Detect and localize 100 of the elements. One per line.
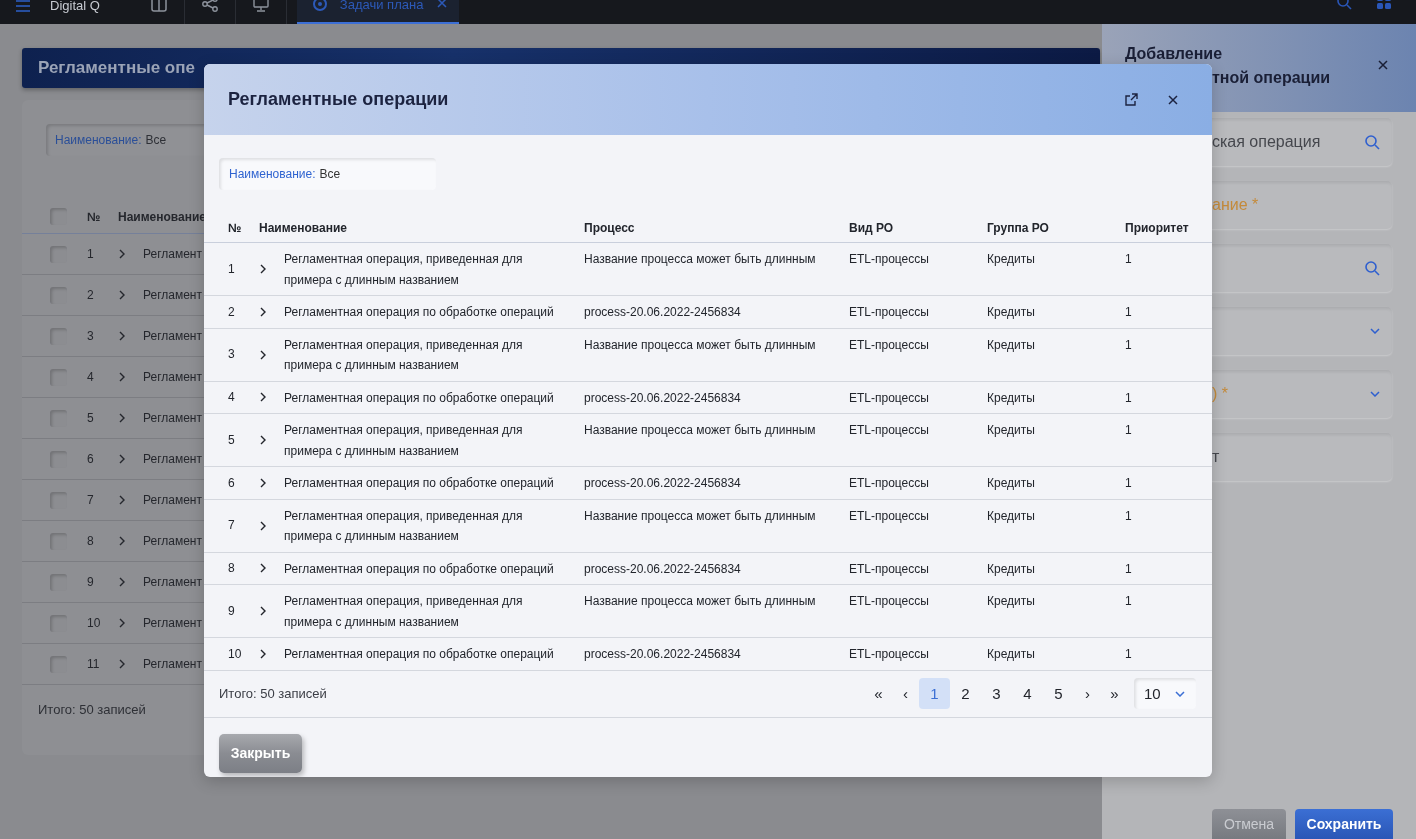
chevron-icon[interactable] (259, 435, 267, 445)
table-cell-text: 2 (228, 303, 236, 321)
table-cell-text: ETL-процессы (849, 422, 930, 439)
page-size-dropdown[interactable]: 10 (1134, 678, 1196, 709)
table-cell-text: 10 (87, 616, 102, 630)
table-cell: Регламент (143, 534, 202, 548)
column-header: Наименование (118, 209, 207, 224)
search-icon[interactable] (1364, 260, 1380, 276)
search-icon[interactable] (1364, 134, 1380, 150)
table-cell-text: ETL-процессы (849, 475, 930, 492)
page-size-value: 10 (1144, 685, 1161, 702)
table-cell-text: process-20.06.2022-2456834 (584, 560, 742, 578)
filter-value: Все (319, 167, 341, 181)
table-cell: Регламент (143, 370, 202, 384)
chevron-icon[interactable] (259, 392, 267, 403)
panel-title: Добавление (1125, 44, 1224, 64)
page-button[interactable]: 5 (1043, 678, 1074, 709)
table-cell: Регламент (143, 452, 202, 466)
dialog-title: Регламентные операции (228, 89, 449, 110)
table-cell-text: Регламентная операция по обработке операций (284, 646, 555, 663)
table-cell-text: 4 (228, 389, 236, 406)
table-cell-text: Название процесса может быть длинным (584, 507, 817, 525)
table-cell-text: 4 (87, 370, 95, 384)
next-page-button[interactable]: › (1074, 678, 1101, 709)
column-header: Процесс (584, 220, 636, 237)
chevron-icon[interactable] (259, 563, 267, 574)
column-header: Группа РО (987, 220, 1050, 237)
chevron-icon[interactable] (259, 606, 267, 616)
filter-label: Наименование: (229, 167, 316, 181)
page-button[interactable]: 3 (981, 678, 1012, 709)
page-button[interactable]: 2 (950, 678, 981, 709)
chevron-icon[interactable] (259, 264, 267, 274)
chevron-icon[interactable] (259, 306, 267, 317)
table-cell-text: Кредиты (987, 475, 1036, 492)
table-cell: Регламент (143, 288, 202, 302)
panel-title: тной операции (1211, 68, 1332, 88)
chevron-icon[interactable] (259, 520, 267, 531)
field-label: ание * (1212, 196, 1260, 214)
table-cell-text: 1 (1125, 593, 1133, 610)
table-cell: Регламент (143, 329, 202, 343)
chevron-icon[interactable] (259, 648, 267, 659)
table-cell-text: 1 (228, 260, 236, 278)
monitor-icon[interactable] (251, 0, 270, 13)
caret-icon[interactable] (1370, 328, 1380, 334)
table-cell-text: Кредиты (987, 389, 1036, 407)
table-cell-text: Кредиты (987, 507, 1036, 525)
table-cell-text: 1 (1125, 251, 1133, 268)
share-icon[interactable] (200, 0, 219, 13)
table-cell-text: Название процесса может быть длинным (584, 251, 817, 268)
table-cell-text: 1 (1125, 336, 1133, 354)
table-cell-text: Название процесса может быть длинным (584, 336, 817, 354)
close-icon[interactable] (1376, 58, 1390, 72)
chevron-icon[interactable] (259, 349, 267, 360)
table-cell-text: 6 (228, 474, 236, 492)
table-cell-text: 1 (1125, 304, 1133, 321)
table-cell-text: process-20.06.2022-2456834 (584, 304, 742, 321)
field-value: ская операция (1212, 133, 1322, 151)
table-cell-text: 6 (87, 452, 95, 466)
caret-icon[interactable] (1370, 391, 1380, 397)
close-icon[interactable] (1166, 92, 1180, 107)
table-cell-text: 11 (87, 657, 101, 671)
table-cell-text: 5 (87, 411, 95, 425)
table-cell-text: 3 (228, 346, 236, 364)
table-cell-text: Кредиты (987, 560, 1036, 578)
table-cell-text: Кредиты (987, 422, 1036, 439)
table-cell-text: Регламентная операция по обработке операций (284, 560, 555, 578)
table-cell-text: Регламентная операция, приведенная для примера с длинным названием (284, 422, 524, 460)
field-value: т (1212, 448, 1221, 466)
table-cell-text: 10 (228, 645, 243, 663)
filter-label: Наименование: (55, 133, 142, 147)
table-cell-text: Название процесса может быть длинным (584, 593, 817, 610)
field-label: ) * (1212, 385, 1229, 403)
last-page-button[interactable]: » (1101, 678, 1128, 709)
table-cell-text: ETL-процессы (849, 336, 930, 354)
save-button[interactable]: Сохранить (1295, 809, 1393, 839)
table-cell-text: ETL-процессы (849, 304, 930, 321)
page-button[interactable]: 4 (1012, 678, 1043, 709)
table-cell-text: ETL-процессы (849, 646, 930, 663)
column-header: Вид РО (849, 220, 895, 237)
table-cell-text: Регламентная операция, приведенная для примера с длинным названием (284, 336, 524, 374)
table-cell-text: Кредиты (987, 251, 1036, 268)
table-cell: Регламент (143, 657, 202, 671)
previous-page-button[interactable]: ‹ (892, 678, 919, 709)
table-cell-text: 9 (228, 602, 236, 620)
table-cell-text: Регламентная операция, приведенная для примера с длинным названием (284, 251, 524, 289)
table-cell: Регламент (143, 616, 202, 630)
panel-icon[interactable] (149, 0, 168, 13)
table-cell-text: 2 (87, 288, 95, 302)
table-cell-text: 5 (228, 431, 236, 449)
table-cell-text: 3 (87, 329, 95, 343)
page-button[interactable]: 1 (919, 678, 950, 709)
filter-field[interactable]: Наименование: Все (219, 158, 436, 190)
caret-icon (1174, 690, 1185, 697)
table-cell: Регламент (143, 247, 202, 261)
table-cell-text: Регламентная операция, приведенная для примера с длинным названием (284, 507, 524, 545)
chevron-icon[interactable] (259, 477, 267, 488)
first-page-button[interactable]: « (865, 678, 892, 709)
column-header: № (228, 220, 243, 237)
table-cell-text: Кредиты (987, 646, 1036, 663)
open-external-icon[interactable] (1124, 92, 1139, 107)
